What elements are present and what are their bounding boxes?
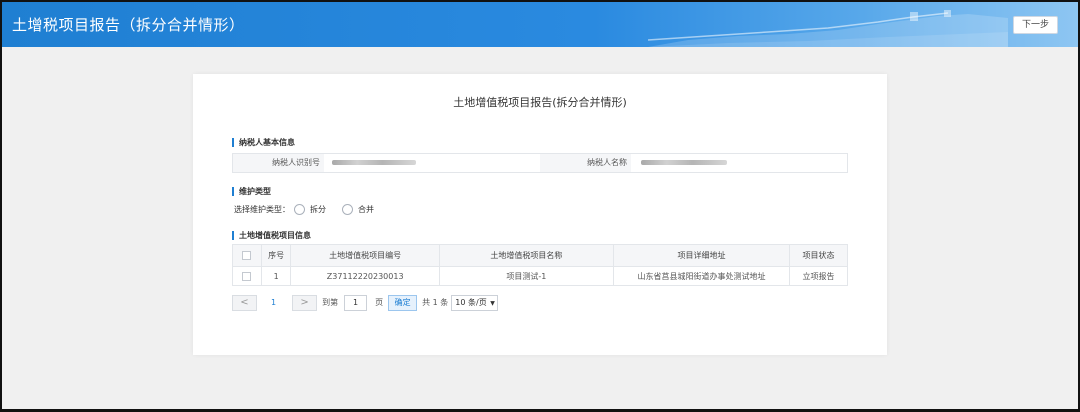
row-checkbox-cell	[232, 266, 262, 286]
section-project-info: 土地增值税项目信息	[232, 231, 311, 240]
cell-index: 1	[260, 266, 292, 286]
select-all-cell	[232, 244, 262, 267]
goto-suffix: 页	[375, 298, 384, 307]
report-card: 土地增值税项目报告(拆分合并情形) 纳税人基本信息 纳税人识别号 纳税人名称 维…	[193, 74, 887, 355]
cell-project-status: 立项报告	[789, 266, 848, 286]
next-step-button[interactable]: 下一步	[1013, 16, 1058, 34]
prev-page-button[interactable]: <	[232, 294, 257, 311]
col-project-name: 土地增值税项目名称	[438, 244, 614, 267]
page-size-value: 10 条/页	[455, 297, 487, 307]
goto-prefix: 到第	[322, 298, 339, 307]
page-title: 土增税项目报告（拆分合并情形）	[12, 16, 245, 34]
table-row[interactable]: 1 Z37112220230013 项目测试-1 山东省莒县城阳街道办事处测试地…	[232, 266, 848, 286]
col-project-status: 项目状态	[789, 244, 848, 267]
maintenance-select-label: 选择维护类型：	[234, 205, 290, 214]
chevron-down-icon: ▼	[490, 299, 495, 307]
header-bar: 土增税项目报告（拆分合并情形） 下一步	[2, 2, 1078, 47]
radio-split-label[interactable]: 拆分	[310, 204, 326, 215]
page-size-select[interactable]: 10 条/页 ▼	[451, 294, 499, 311]
app-window: 土增税项目报告（拆分合并情形） 下一步 土地增值税项目报告(拆分合并情形) 纳税…	[2, 2, 1078, 409]
maintenance-type-group: 选择维护类型： 拆分 合并	[234, 204, 374, 215]
section-maintenance-type: 维护类型	[232, 187, 271, 196]
next-page-button[interactable]: >	[292, 294, 318, 311]
cell-project-name: 项目测试-1	[438, 266, 614, 286]
redacted-id	[332, 160, 416, 165]
radio-merge[interactable]	[342, 204, 353, 215]
cell-project-address: 山东省莒县城阳街道办事处测试地址	[612, 266, 791, 286]
card-title: 土地增值税项目报告(拆分合并情形)	[453, 96, 627, 109]
cell-project-code: Z37112220230013	[290, 266, 440, 286]
col-index: 序号	[260, 244, 292, 267]
taxpayer-name-label: 纳税人名称	[540, 154, 631, 172]
taxpayer-info-row: 纳税人识别号 纳税人名称	[232, 153, 848, 173]
goto-page-input[interactable]: 1	[344, 294, 368, 311]
table-header-row: 序号 土地增值税项目编号 土地增值税项目名称 项目详细地址 项目状态	[232, 244, 848, 267]
col-project-code: 土地增值税项目编号	[290, 244, 440, 267]
select-all-checkbox[interactable]	[242, 251, 252, 260]
total-count: 共 1 条	[422, 298, 449, 307]
great-wall-decoration	[648, 10, 1008, 47]
radio-split[interactable]	[294, 204, 305, 215]
project-table: 序号 土地增值税项目编号 土地增值税项目名称 项目详细地址 项目状态 1 Z37…	[232, 244, 848, 286]
taxpayer-id-label: 纳税人识别号	[233, 154, 324, 172]
taxpayer-id-value	[324, 154, 540, 172]
current-page-number[interactable]: 1	[271, 298, 276, 307]
section-taxpayer-info: 纳税人基本信息	[232, 138, 295, 147]
col-project-address: 项目详细地址	[612, 244, 791, 267]
pagination: < 1 > 到第 1 页 确定 共 1 条 10 条/页 ▼	[232, 294, 499, 311]
redacted-name	[641, 160, 727, 165]
goto-confirm-button[interactable]: 确定	[388, 294, 418, 311]
radio-merge-label[interactable]: 合并	[358, 204, 374, 215]
row-checkbox[interactable]	[242, 271, 252, 281]
taxpayer-name-value	[631, 154, 847, 172]
